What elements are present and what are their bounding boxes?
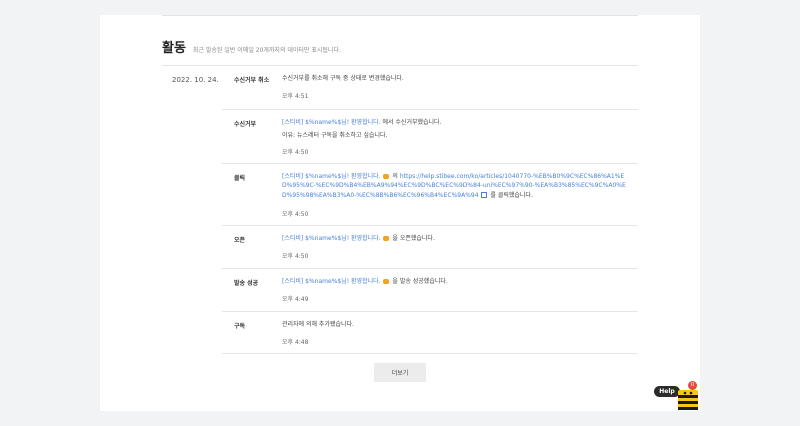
activity-description: [스티비] $%name%$님! 환영합니다. 을 오픈했습니다. [282,234,634,243]
activity-text: 을 오픈했습니다. [392,235,435,242]
activity-time: 오후 4:50 [282,149,309,156]
email-subject-link[interactable]: [스티비] $%name%$님! 환영합니다. [282,119,381,126]
clap-emoji-icon [383,174,390,179]
activity-time: 오후 4:50 [282,253,309,260]
activity-row: 오픈 [스티비] $%name%$님! 환영합니다. 을 오픈했습니다. 오후 … [222,226,638,269]
activity-type: 구독 [234,323,246,330]
activity-text: 를 클릭했습니다. [490,191,533,199]
section-subtitle: 최근 발송된 일반 이메일 20개까지의 데이터만 표시됩니다. [192,47,341,54]
activity-type: 수신거부 [234,121,257,128]
activity-row: 클릭 [스티비] $%name%$님! 환영합니다. 의 https://hel… [222,164,638,226]
activity-row: 구독 관리자에 의해 추가됐습니다. 오후 4:48 [222,312,638,354]
activity-time: 오후 4:51 [282,93,309,100]
activity-row: 발송 성공 [스티비] $%name%$님! 환영합니다. 을 발송 성공했습니… [222,269,638,312]
section-header: 활동 최근 발송된 일반 이메일 20개까지의 데이터만 표시됩니다. [162,37,341,56]
activity-type: 수신거부 취소 [234,77,270,84]
bee-icon[interactable] [677,385,699,411]
activity-text: 관리자에 의해 추가됐습니다. [282,321,354,328]
activity-description: [스티비] $%name%$님! 환영합니다. 의 https://help.s… [282,172,634,200]
activity-time: 오후 4:49 [282,296,309,303]
load-more-button[interactable]: 더보기 [374,363,426,382]
activity-text: 을 발송 성공했습니다. [392,278,448,285]
activity-text: 수신거부를 취소해 구독 중 상태로 변경했습니다. [282,75,404,82]
top-divider [162,15,638,16]
activity-time: 오후 4:50 [282,211,309,218]
clap-emoji-icon [383,279,390,284]
email-subject-link[interactable]: [스티비] $%name%$님! 환영합니다. [282,235,381,242]
activity-description: [스티비] $%name%$님! 환영합니다. 에서 수신거부했습니다. [282,118,634,127]
email-subject-link[interactable]: [스티비] $%name%$님! 환영합니다. [282,278,381,285]
notification-badge: 0 [688,381,697,390]
activity-description: 수신거부를 취소해 구독 중 상태로 변경했습니다. [282,74,634,83]
section-title: 활동 [162,41,186,56]
activity-time: 오후 4:48 [282,339,309,346]
activity-row: 수신거부 [스티비] $%name%$님! 환영합니다. 에서 수신거부했습니다… [222,110,638,164]
unsubscribe-reason: 이유: 뉴스레터 구독을 취소하고 싶습니다. [282,132,388,139]
activity-row: 수신거부 취소 수신거부를 취소해 구독 중 상태로 변경했습니다. 오후 4:… [222,66,638,110]
activity-connector: 의 [392,173,398,180]
activity-date: 2022. 10. 24. [172,76,219,84]
activity-description: [스티비] $%name%$님! 환영합니다. 을 발송 성공했습니다. [282,277,634,286]
clap-emoji-icon [383,236,390,241]
activity-panel: 활동 최근 발송된 일반 이메일 20개까지의 데이터만 표시됩니다. 2022… [100,15,700,411]
activity-type: 발송 성공 [234,280,259,287]
activity-text: 에서 수신거부했습니다. [382,119,442,126]
activity-description: 관리자에 의해 추가됐습니다. [282,320,634,329]
external-link-icon[interactable] [481,192,488,199]
activity-type: 클릭 [234,175,246,182]
activity-type: 오픈 [234,237,246,244]
email-subject-link[interactable]: [스티비] $%name%$님! 환영합니다. [282,173,381,180]
